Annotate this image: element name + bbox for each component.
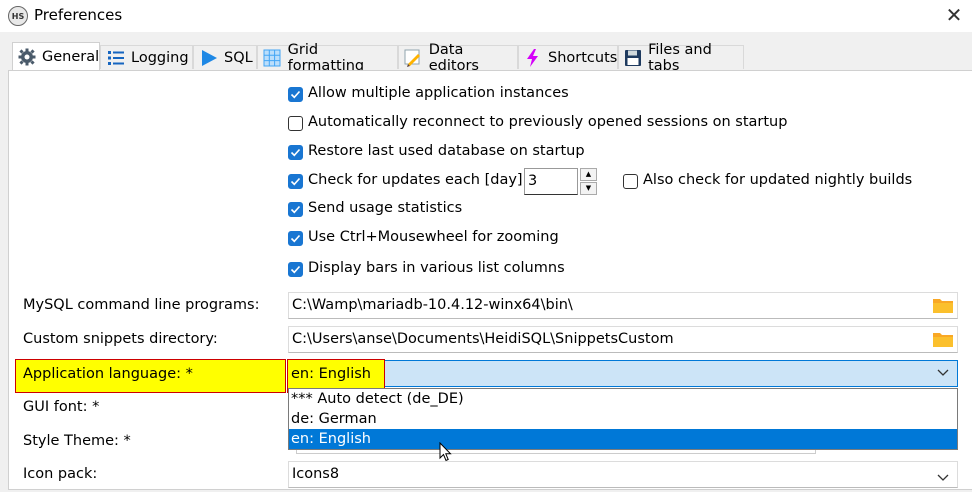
snippets-directory-field[interactable]: C:\Users\anse\Documents\HeidiSQL\Snippet… — [288, 326, 958, 353]
chevron-down-icon — [937, 366, 949, 382]
checkbox-restore-database[interactable] — [288, 145, 303, 160]
grid-icon — [263, 48, 282, 67]
application-language-select[interactable] — [288, 360, 958, 387]
tab-label: Shortcuts — [548, 49, 618, 66]
label-style-theme: Style Theme: * — [23, 433, 131, 449]
gear-icon — [18, 47, 36, 66]
title-bar: HS Preferences ✕ — [0, 0, 972, 32]
label-auto-reconnect: Automatically reconnect to previously op… — [308, 114, 788, 130]
tab-strip: General Logging SQL Grid formatting Data… — [0, 42, 972, 74]
tab-logging[interactable]: Logging — [100, 45, 193, 69]
mouse-cursor-icon — [439, 441, 453, 466]
app-icon: HS — [8, 6, 28, 26]
tab-data-editors[interactable]: Data editors — [398, 42, 518, 74]
tab-label: Files and tabs — [648, 41, 712, 74]
tab-label: SQL — [224, 49, 253, 66]
label-ctrl-mousewheel: Use Ctrl+Mousewheel for zooming — [308, 229, 559, 245]
dropdown-option-german[interactable]: de: German — [289, 409, 957, 429]
update-days-input[interactable]: 3 — [524, 168, 578, 195]
play-icon — [199, 48, 218, 67]
checkbox-auto-reconnect[interactable] — [288, 116, 303, 131]
checkbox-display-bars[interactable] — [288, 262, 303, 277]
application-language-value: en: English — [291, 366, 371, 382]
floppy-disk-icon — [624, 48, 642, 67]
label-usage-statistics: Send usage statistics — [308, 200, 463, 216]
checkbox-check-updates[interactable] — [288, 174, 303, 189]
folder-icon[interactable] — [933, 297, 953, 313]
pencil-icon — [404, 48, 423, 67]
label-icon-pack: Icon pack: — [23, 466, 98, 482]
tab-label: Grid formatting — [287, 41, 365, 74]
label-allow-multiple-instances: Allow multiple application instances — [308, 85, 569, 101]
tab-grid-formatting[interactable]: Grid formatting — [257, 42, 398, 74]
label-gui-font: GUI font: * — [23, 399, 100, 415]
dropdown-option-english[interactable]: en: English — [289, 429, 957, 449]
checkbox-allow-multiple-instances[interactable] — [288, 87, 303, 102]
close-icon[interactable]: ✕ — [936, 0, 972, 32]
window-title: Preferences — [34, 6, 123, 24]
tab-label: General — [42, 48, 100, 65]
dropdown-option-auto-detect[interactable]: *** Auto detect (de_DE) — [289, 389, 957, 409]
icon-pack-value: Icons8 — [292, 466, 340, 482]
label-restore-database: Restore last used database on startup — [308, 143, 585, 159]
tab-files-and-tabs[interactable]: Files and tabs — [618, 42, 744, 74]
label-nightly-builds: Also check for updated nightly builds — [643, 172, 913, 188]
update-days-stepper: 3 ▲ ▼ — [524, 168, 598, 195]
checkbox-nightly-builds[interactable] — [623, 174, 638, 189]
checkbox-ctrl-mousewheel[interactable] — [288, 231, 303, 246]
tab-label: Logging — [131, 49, 189, 66]
folder-icon[interactable] — [933, 331, 953, 347]
label-mysql-programs: MySQL command line programs: — [23, 297, 260, 313]
stepper-down-icon[interactable]: ▼ — [580, 182, 597, 195]
mysql-programs-value: C:\Wamp\mariadb-10.4.12-winx64\bin\ — [292, 297, 573, 313]
lightning-icon — [524, 48, 542, 67]
checkbox-usage-statistics[interactable] — [288, 202, 303, 217]
application-language-dropdown: *** Auto detect (de_DE) de: German en: E… — [288, 388, 958, 450]
tab-label: Data editors — [428, 41, 479, 74]
chevron-down-icon — [937, 467, 949, 492]
icon-pack-select[interactable]: Icons8 — [288, 461, 958, 488]
tab-shortcuts[interactable]: Shortcuts — [518, 45, 618, 69]
list-icon — [106, 48, 125, 67]
tab-sql[interactable]: SQL — [193, 45, 257, 69]
label-application-language: Application language: * — [23, 366, 193, 382]
snippets-directory-value: C:\Users\anse\Documents\HeidiSQL\Snippet… — [292, 331, 674, 347]
stepper-up-icon[interactable]: ▲ — [580, 168, 597, 181]
label-snippets-directory: Custom snippets directory: — [23, 331, 218, 347]
mysql-programs-field[interactable]: C:\Wamp\mariadb-10.4.12-winx64\bin\ — [288, 292, 958, 319]
label-check-updates: Check for updates each [day]: — [308, 172, 528, 188]
label-display-bars: Display bars in various list columns — [308, 260, 565, 276]
tab-general[interactable]: General — [12, 42, 100, 70]
